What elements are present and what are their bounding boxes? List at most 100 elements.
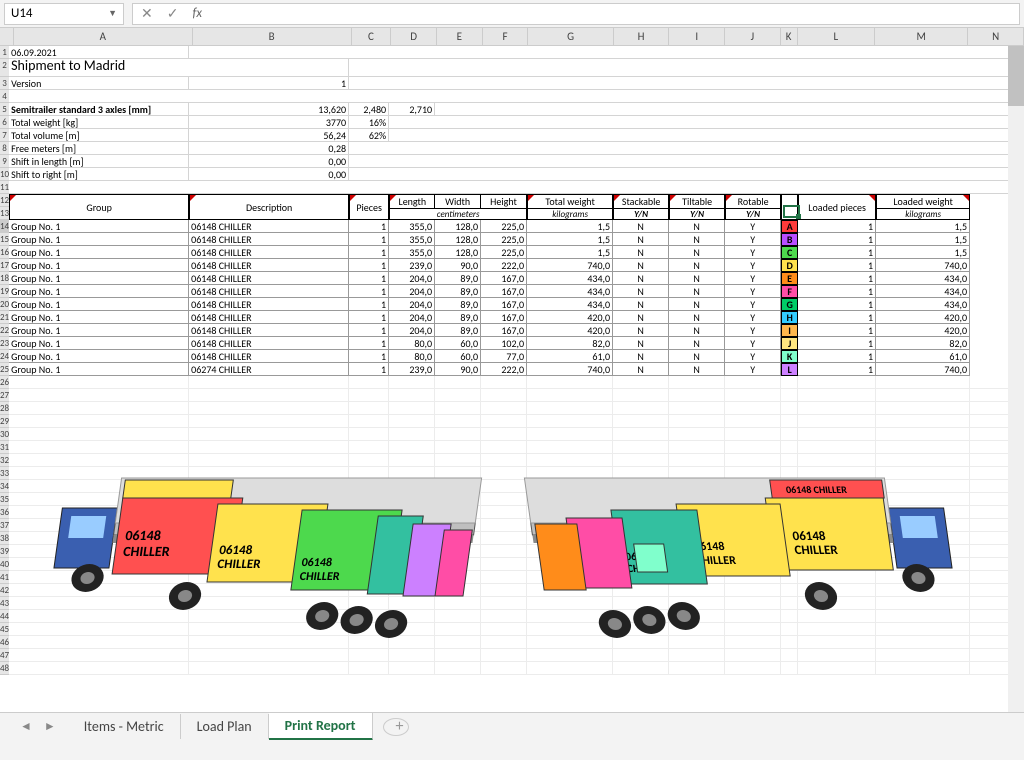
row-header-32[interactable]: 32 [0, 454, 9, 467]
col-header-L[interactable]: L [798, 28, 875, 45]
row-header-35[interactable]: 35 [0, 493, 9, 506]
vertical-scrollbar[interactable] [1008, 46, 1024, 712]
name-box[interactable]: U14 ▼ [4, 3, 124, 25]
row-header-43[interactable]: 43 [0, 597, 9, 610]
row-header-38[interactable]: 38 [0, 532, 9, 545]
tab-items-metric[interactable]: Items - Metric [68, 714, 181, 739]
col-header-C[interactable]: C [352, 28, 392, 45]
row-header-5[interactable]: 5 [0, 103, 9, 116]
row-header-25[interactable]: 25 [0, 363, 9, 376]
row-header-1[interactable]: 1 [0, 46, 9, 59]
truck-image-left[interactable]: 06148 CHILLER 06148 CHILLER 06148 CHILLE… [23, 468, 483, 668]
col-header-D[interactable]: D [391, 28, 437, 45]
row-header-11[interactable]: 11 [0, 181, 9, 194]
row-header-26[interactable]: 26 [0, 376, 9, 389]
row-header-33[interactable]: 33 [0, 467, 9, 480]
row-header-28[interactable]: 28 [0, 402, 9, 415]
row-header-20[interactable]: 20 [0, 298, 9, 311]
row-header-31[interactable]: 31 [0, 441, 9, 454]
row-header-45[interactable]: 45 [0, 623, 9, 636]
row-header-47[interactable]: 47 [0, 649, 9, 662]
row-header-7[interactable]: 7 [0, 129, 9, 142]
row-header-40[interactable]: 40 [0, 558, 9, 571]
col-header-J[interactable]: J [725, 28, 781, 45]
accept-icon[interactable]: ✓ [167, 5, 179, 22]
row-header-44[interactable]: 44 [0, 610, 9, 623]
row-header-10[interactable]: 10 [0, 168, 9, 181]
col-header-E[interactable]: E [437, 28, 483, 45]
row-header-30[interactable]: 30 [0, 428, 9, 441]
version-value[interactable]: 1 [189, 77, 349, 89]
version-label[interactable]: Version [9, 77, 189, 89]
row-header-19[interactable]: 19 [0, 285, 9, 298]
row-header-12[interactable]: 12 [0, 194, 9, 207]
table-row[interactable]: Group No. 1 06148 CHILLER 1 239,0 90,0 2… [9, 259, 1024, 272]
col-header-N[interactable]: N [968, 28, 1024, 45]
row-header-8[interactable]: 8 [0, 142, 9, 155]
table-row[interactable]: Group No. 1 06148 CHILLER 1 204,0 89,0 1… [9, 272, 1024, 285]
table-row[interactable]: Group No. 1 06148 CHILLER 1 204,0 89,0 1… [9, 311, 1024, 324]
table-row[interactable]: Group No. 1 06148 CHILLER 1 204,0 89,0 1… [9, 285, 1024, 298]
row-header-4[interactable]: 4 [0, 90, 9, 103]
row-header-27[interactable]: 27 [0, 389, 9, 402]
row-header-48[interactable]: 48 [0, 662, 9, 675]
title-cell[interactable]: Shipment to Madrid [9, 59, 349, 76]
row-header-29[interactable]: 29 [0, 415, 9, 428]
row-header-24[interactable]: 24 [0, 350, 9, 363]
col-header-G[interactable]: G [528, 28, 613, 45]
select-all-corner[interactable] [0, 28, 14, 45]
table-row[interactable]: Group No. 1 06148 CHILLER 1 80,0 60,0 10… [9, 337, 1024, 350]
col-header-K[interactable]: K [781, 28, 798, 45]
row-header-3[interactable]: 3 [0, 77, 9, 90]
row-header-18[interactable]: 18 [0, 272, 9, 285]
truck-image-right[interactable]: 06148 CHILLER 06148 CHILLER 06148 CHILLE… [523, 468, 983, 668]
table-row[interactable]: Group No. 1 06148 CHILLER 1 355,0 128,0 … [9, 246, 1024, 259]
row-header-6[interactable]: 6 [0, 116, 9, 129]
table-row[interactable]: Group No. 1 06148 CHILLER 1 355,0 128,0 … [9, 233, 1024, 246]
cancel-icon[interactable]: ✕ [141, 5, 153, 22]
table-rows: Group No. 1 06148 CHILLER 1 355,0 128,0 … [9, 220, 1024, 376]
row-header-39[interactable]: 39 [0, 545, 9, 558]
row-header-16[interactable]: 16 [0, 246, 9, 259]
row-header-15[interactable]: 15 [0, 233, 9, 246]
row-header-14[interactable]: 14 [0, 220, 9, 233]
row-header-13[interactable]: 13 [0, 207, 9, 220]
fx-icon[interactable]: fx [192, 6, 202, 21]
col-header-I[interactable]: I [669, 28, 725, 45]
row-header-17[interactable]: 17 [0, 259, 9, 272]
row-header-41[interactable]: 41 [0, 571, 9, 584]
col-header-M[interactable]: M [875, 28, 968, 45]
tab-load-plan[interactable]: Load Plan [181, 714, 269, 739]
table-row[interactable]: Group No. 1 06148 CHILLER 1 355,0 128,0 … [9, 220, 1024, 233]
col-header-H[interactable]: H [614, 28, 670, 45]
trailer-label[interactable]: Semitrailer standard 3 axles [mm] [9, 103, 189, 115]
col-header-F[interactable]: F [483, 28, 529, 45]
date-cell[interactable]: 06.09.2021 [9, 46, 189, 58]
cell-reference: U14 [11, 6, 33, 21]
table-row[interactable]: Group No. 1 06274 CHILLER 1 239,0 90,0 2… [9, 363, 1024, 376]
tab-next-icon[interactable]: ► [44, 719, 56, 734]
row-header-46[interactable]: 46 [0, 636, 9, 649]
table-row[interactable]: Group No. 1 06148 CHILLER 1 204,0 89,0 1… [9, 298, 1024, 311]
row-header-34[interactable]: 34 [0, 480, 9, 493]
row-header-2[interactable]: 2 [0, 59, 9, 77]
status-bar [0, 740, 1024, 760]
cells-area[interactable]: 06.09.2021 Shipment to Madrid Version1 S… [9, 46, 1024, 675]
col-header-A[interactable]: A [14, 28, 193, 45]
tab-prev-icon[interactable]: ◄ [20, 719, 32, 734]
row-header-36[interactable]: 36 [0, 506, 9, 519]
row-header-9[interactable]: 9 [0, 155, 9, 168]
row-header-21[interactable]: 21 [0, 311, 9, 324]
tab-print-report[interactable]: Print Report [269, 713, 373, 741]
add-sheet-button[interactable]: + [383, 718, 409, 736]
tab-nav-arrows[interactable]: ◄ ► [8, 719, 68, 734]
formula-input-area[interactable]: ✕ ✓ fx [132, 3, 1020, 25]
row-header-42[interactable]: 42 [0, 584, 9, 597]
col-header-B[interactable]: B [193, 28, 352, 45]
row-header-22[interactable]: 22 [0, 324, 9, 337]
table-row[interactable]: Group No. 1 06148 CHILLER 1 80,0 60,0 77… [9, 350, 1024, 363]
row-header-23[interactable]: 23 [0, 337, 9, 350]
chevron-down-icon[interactable]: ▼ [108, 8, 117, 19]
row-header-37[interactable]: 37 [0, 519, 9, 532]
table-row[interactable]: Group No. 1 06148 CHILLER 1 204,0 89,0 1… [9, 324, 1024, 337]
